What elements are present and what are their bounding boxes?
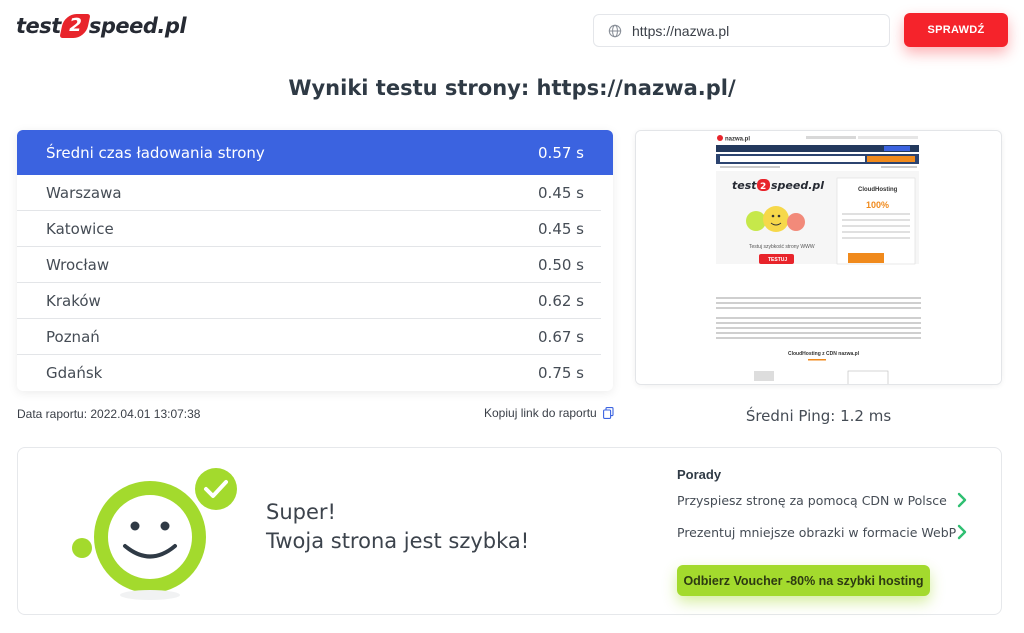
preview-cloud-title: CloudHosting (858, 187, 898, 193)
city-name: Katowice (46, 219, 114, 238)
results-header-row: Średni czas ładowania strony 0.57 s (17, 130, 613, 175)
url-input-box[interactable] (593, 14, 890, 47)
tips-title: Porady (677, 467, 722, 482)
average-ping: Średni Ping: 1.2 ms (745, 407, 892, 425)
results-header-value: 0.57 s (538, 143, 584, 162)
logo-text-left: test (16, 14, 61, 38)
preview-cdn-heading: CloudHosting z CDN nazwa.pl (788, 351, 860, 357)
logo-badge: 2 (59, 14, 91, 38)
table-row: Poznań 0.67 s (17, 319, 601, 355)
website-preview: nazwa.pl test 2 speed.pl Testuj szybkość… (635, 130, 1002, 385)
table-row: Warszawa 0.45 s (17, 175, 601, 211)
chevron-right-icon (957, 524, 967, 540)
verdict-text: Super! Twoja strona jest szybka! (266, 498, 529, 556)
table-row: Wrocław 0.50 s (17, 247, 601, 283)
load-time: 0.75 s (538, 364, 584, 382)
city-name: Poznań (46, 327, 100, 346)
city-name: Gdańsk (46, 364, 103, 382)
globe-icon (608, 24, 622, 37)
city-name: Warszawa (46, 183, 122, 202)
preview-image: nazwa.pl test 2 speed.pl Testuj szybkość… (636, 131, 1001, 384)
logo[interactable]: test 2 speed.pl (16, 12, 187, 40)
logo-text-right: speed.pl (88, 14, 187, 38)
page-title: Wyniki testu strony: https://nazwa.pl/ (288, 76, 736, 100)
preview-logo-left: test (732, 179, 757, 192)
copy-link-label: Kopiuj link do raportu (484, 406, 597, 420)
results-header-label: Średni czas ładowania strony (46, 143, 265, 162)
preview-test-button: TESTUJ (768, 257, 787, 263)
preview-cloud-percent: 100% (866, 200, 889, 210)
voucher-button[interactable]: Odbierz Voucher -80% na szybki hosting (677, 565, 930, 596)
load-time: 0.62 s (538, 291, 584, 310)
table-row: Kraków 0.62 s (17, 283, 601, 319)
preview-test-text: Testuj szybkość strony WWW (749, 244, 815, 250)
table-row: Katowice 0.45 s (17, 211, 601, 247)
tip-label: Przyspiesz stronę za pomocą CDN w Polsce (677, 492, 947, 508)
city-name: Kraków (46, 291, 101, 310)
copy-link[interactable]: Kopiuj link do raportu (484, 406, 614, 420)
results-table: Średni czas ładowania strony 0.57 s Wars… (17, 130, 613, 391)
load-time: 0.45 s (538, 183, 584, 202)
verdict-line-1: Super! (266, 500, 336, 524)
city-name: Wrocław (46, 255, 110, 274)
load-time: 0.50 s (538, 255, 584, 274)
preview-logo-right: speed.pl (771, 179, 824, 192)
chevron-right-icon (957, 492, 967, 508)
check-button[interactable]: SPRAWDŹ (904, 13, 1008, 47)
report-date: Data raportu: 2022.04.01 13:07:38 (17, 407, 201, 421)
table-row: Gdańsk 0.75 s (17, 355, 601, 391)
copy-icon (602, 407, 614, 419)
preview-logo-num: 2 (760, 182, 766, 192)
happy-smiley-icon (72, 468, 237, 600)
tip-label: Prezentuj mniejsze obrazki w formacie We… (677, 524, 957, 540)
verdict-line-2: Twoja strona jest szybka! (266, 529, 530, 553)
load-time: 0.45 s (538, 219, 584, 238)
tip-cdn-link[interactable]: Przyspiesz stronę za pomocą CDN w Polsce (677, 492, 967, 508)
url-input[interactable] (632, 22, 862, 39)
tip-webp-link[interactable]: Prezentuj mniejsze obrazki w formacie We… (677, 524, 967, 540)
preview-site-logo: nazwa.pl (725, 137, 750, 143)
load-time: 0.67 s (538, 327, 584, 346)
